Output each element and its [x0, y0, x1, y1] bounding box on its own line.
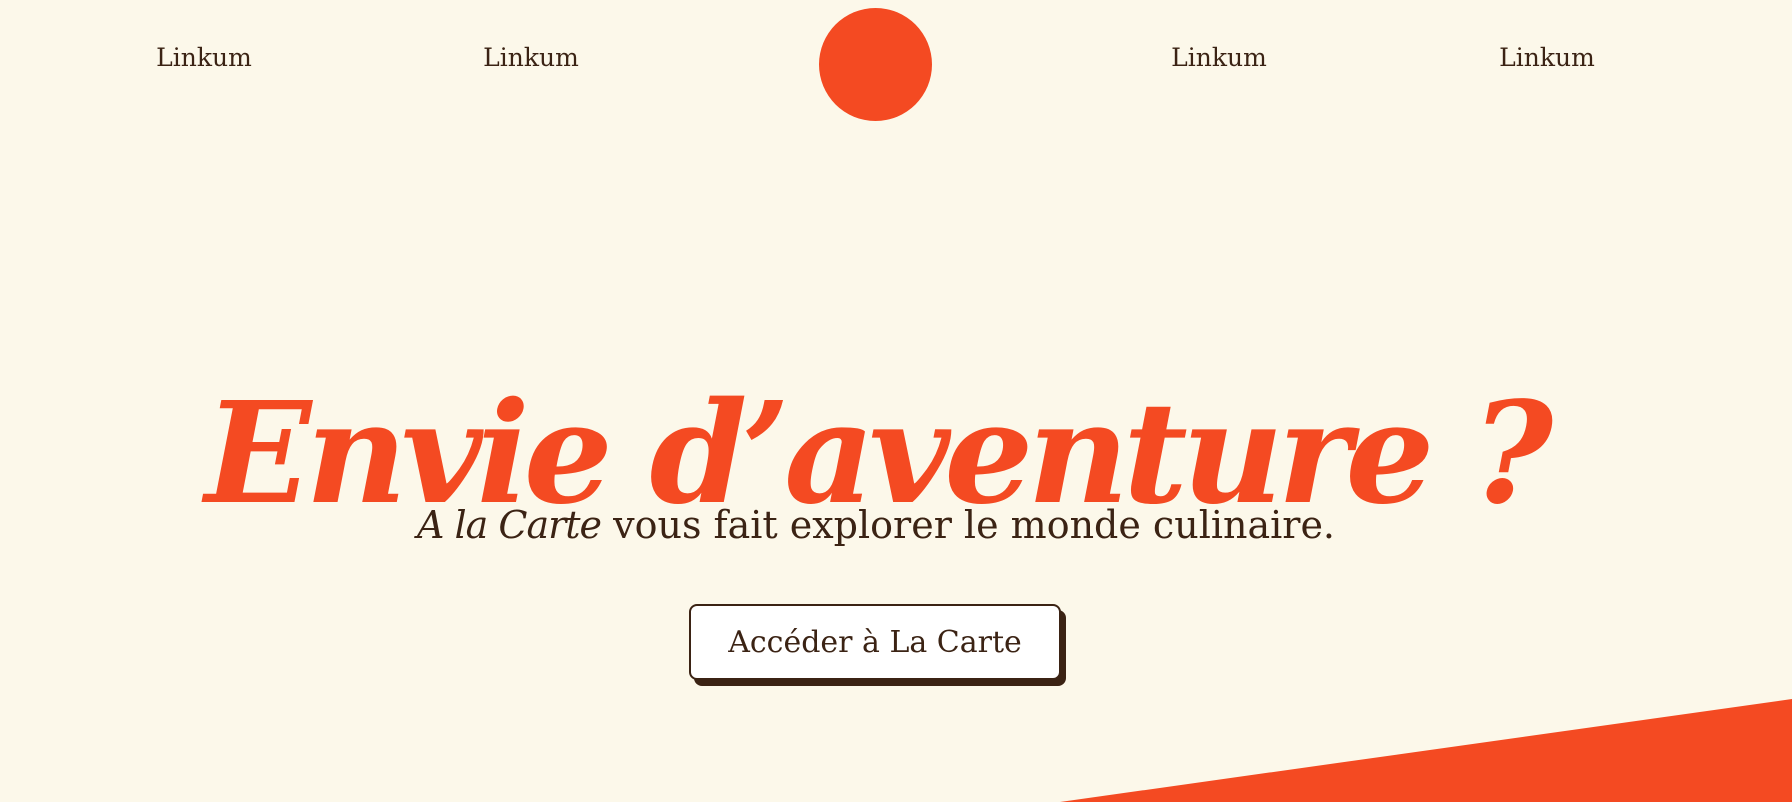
hero-subtitle: A la Carte vous fait explorer le monde c… — [0, 503, 1752, 549]
nav-link-3[interactable]: Linkum — [1171, 45, 1267, 70]
nav-link-1[interactable]: Linkum — [156, 45, 252, 70]
nav-link-2[interactable]: Linkum — [483, 45, 579, 70]
logo-circle[interactable] — [819, 8, 932, 121]
hero-subtitle-text: vous fait explorer le monde culinaire. — [601, 503, 1336, 547]
brand-name: A la Carte — [416, 503, 602, 547]
nav-link-4[interactable]: Linkum — [1499, 45, 1595, 70]
orange-wedge-shape — [1060, 699, 1792, 802]
access-menu-button[interactable]: Accéder à La Carte — [689, 604, 1061, 680]
